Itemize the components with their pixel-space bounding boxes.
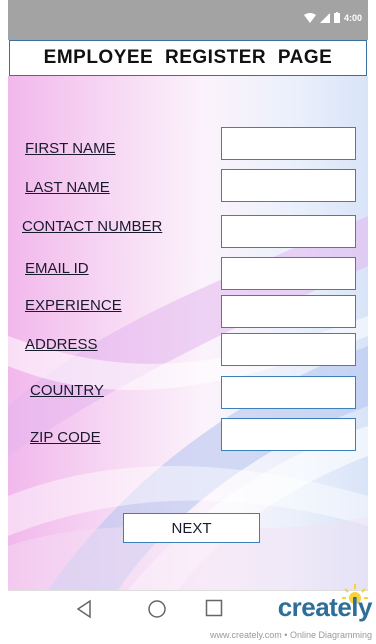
status-time: 4:00 (343, 12, 362, 23)
status-icons: 4:00 (303, 12, 362, 23)
experience-input[interactable] (221, 295, 356, 328)
signal-icon (319, 12, 330, 23)
last-name-label: LAST NAME (25, 179, 110, 196)
wifi-icon (303, 12, 316, 23)
creately-tagline: www.creately.com • Online Diagramming (209, 630, 372, 640)
battery-icon (333, 12, 340, 23)
page-title-bar: EMPLOYEE REGISTER PAGE (9, 40, 367, 76)
email-id-label: EMAIL ID (25, 260, 89, 277)
next-button[interactable]: NEXT (123, 513, 260, 543)
status-bar: 4:00 (8, 0, 368, 40)
creately-logo: creately (277, 592, 373, 622)
page-title: EMPLOYEE REGISTER PAGE (43, 47, 333, 68)
form-canvas: FIRST NAME LAST NAME CONTACT NUMBER EMAI… (8, 76, 368, 590)
contact-number-label: CONTACT NUMBER (22, 218, 163, 235)
zip-code-label: ZIP CODE (30, 429, 101, 446)
back-icon[interactable] (75, 599, 93, 619)
last-name-input[interactable] (221, 169, 356, 202)
email-id-input[interactable] (221, 257, 356, 290)
country-label: COUNTRY (30, 382, 104, 399)
country-input[interactable] (221, 376, 356, 409)
recent-apps-icon[interactable] (205, 599, 223, 617)
zip-code-input[interactable] (221, 418, 356, 451)
experience-label: EXPERIENCE (25, 297, 122, 314)
address-input[interactable] (221, 333, 356, 366)
contact-number-input[interactable] (221, 215, 356, 248)
home-icon[interactable] (147, 599, 167, 619)
first-name-label: FIRST NAME (25, 140, 116, 157)
address-label: ADDRESS (25, 336, 98, 353)
first-name-input[interactable] (221, 127, 356, 160)
